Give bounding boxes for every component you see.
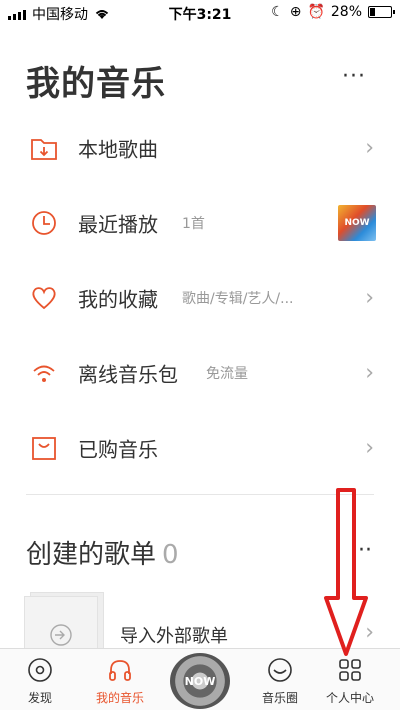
menu-item-purchased[interactable]: 已购音乐 ›	[0, 410, 400, 485]
moon-icon: ☾	[271, 4, 284, 20]
menu-item-label: 本地歌曲	[78, 137, 158, 161]
thumbnail-text: NOW	[344, 217, 370, 228]
menu-item-sub: 1首	[182, 215, 205, 232]
tab-my-music[interactable]: 我的音乐	[80, 649, 160, 710]
section-title-text: 创建的歌单	[26, 540, 157, 570]
tab-now-playing[interactable]: NOW	[160, 649, 240, 710]
menu-item-sub: 免流量	[206, 365, 248, 382]
menu-item-label: 最近播放	[78, 212, 158, 236]
menu-item-sub: 歌曲/专辑/艺人/...	[182, 290, 294, 307]
smile-circle-icon	[268, 658, 292, 682]
chevron-right-icon: ›	[365, 285, 374, 310]
battery-percent: 28%	[330, 4, 362, 20]
menu-item-recent[interactable]: 最近播放 1首 NOW	[0, 185, 400, 260]
import-icon	[50, 624, 72, 646]
chevron-right-icon: ›	[365, 360, 374, 385]
disc-icon	[28, 658, 52, 682]
menu-item-label: 我的收藏	[78, 287, 158, 311]
playlist-count: 0	[162, 540, 179, 570]
grid-icon	[339, 659, 361, 681]
tab-profile[interactable]: 个人中心	[310, 649, 390, 710]
more-menu-button[interactable]: ···	[342, 66, 366, 88]
menu-item-offline-pack[interactable]: 离线音乐包 免流量 ›	[0, 335, 400, 410]
now-playing-disc: NOW	[170, 653, 230, 709]
music-menu-list: 本地歌曲 › 最近播放 1首 NOW 我的收藏 歌曲/专辑/艺人/... › 离…	[0, 110, 400, 485]
menu-item-label: 离线音乐包	[78, 362, 178, 386]
status-bar: 中国移动 下午3:21 ☾ ⊕ ⏰ 28%	[0, 0, 400, 26]
import-playlist-label: 导入外部歌单	[120, 626, 228, 647]
tab-music-circle[interactable]: 音乐圈	[240, 649, 320, 710]
menu-item-favorites[interactable]: 我的收藏 歌曲/专辑/艺人/... ›	[0, 260, 400, 335]
red-arrow-annotation	[324, 488, 368, 656]
alarm-icon: ⏰	[307, 4, 325, 20]
tab-label: 我的音乐	[95, 691, 144, 705]
shopping-bag-icon	[32, 436, 56, 460]
clock-icon	[32, 210, 56, 235]
tab-label: 个人中心	[325, 691, 374, 705]
disc-text: NOW	[184, 674, 216, 688]
rotation-lock-icon: ⊕	[289, 4, 302, 20]
headphones-icon	[109, 660, 131, 681]
tab-label: 发现	[27, 691, 52, 705]
folder-download-icon	[31, 138, 57, 160]
wifi-signal-icon	[33, 365, 55, 382]
menu-item-label: 已购音乐	[78, 437, 158, 461]
heart-icon	[32, 286, 56, 309]
tab-discover[interactable]: 发现	[0, 649, 80, 710]
created-playlists-title: 创建的歌单 0	[26, 534, 179, 571]
recent-album-thumbnail: NOW	[338, 204, 376, 241]
tab-label: 音乐圈	[261, 691, 298, 705]
battery-icon	[368, 6, 395, 18]
chevron-right-icon: ›	[365, 135, 374, 160]
chevron-right-icon: ›	[365, 435, 374, 460]
page-title: 我的音乐	[26, 64, 166, 104]
menu-item-local-songs[interactable]: 本地歌曲 ›	[0, 110, 400, 185]
